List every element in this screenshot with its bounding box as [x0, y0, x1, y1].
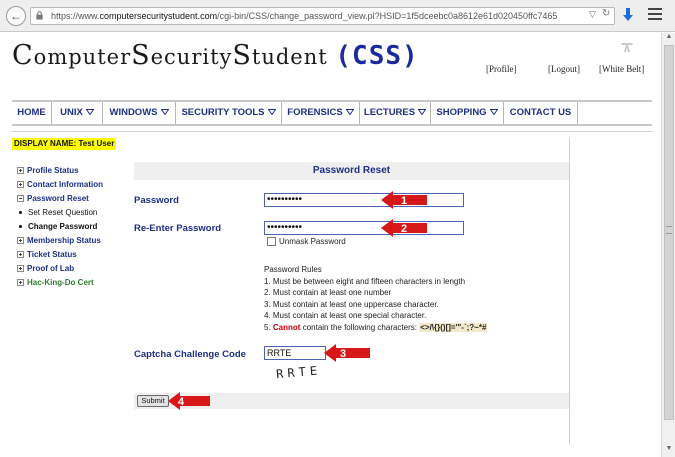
annotation-label-1: 1	[401, 195, 407, 207]
chevron-down-icon	[489, 109, 498, 116]
collapse-icon	[17, 195, 24, 202]
password-field[interactable]: ••••••••••	[264, 193, 464, 207]
vertical-scrollbar[interactable]: ▲ ▼	[661, 33, 675, 457]
annotation-arrow-4: 4	[168, 392, 210, 410]
sidebar-item-membership-status[interactable]: Membership Status	[17, 236, 101, 245]
hamburger-menu-icon[interactable]	[648, 8, 662, 20]
rule-2: 2. Must contain at least one number	[264, 288, 392, 297]
unmask-password-checkbox[interactable]	[267, 237, 276, 247]
sidebar-subitem-change-password[interactable]: Change Password	[19, 222, 97, 231]
expand-icon	[17, 237, 24, 244]
expand-icon	[17, 279, 24, 286]
chevron-down-icon	[418, 109, 427, 116]
chevron-down-icon	[160, 109, 169, 116]
lock-icon	[36, 11, 43, 20]
white-belt-icon	[621, 43, 633, 52]
annotation-arrow-2: 2	[381, 219, 427, 237]
rule-1: 1. Must be between eight and fifteen cha…	[264, 276, 466, 286]
nav-lectures[interactable]: LECTURES	[360, 102, 431, 124]
nav-home[interactable]: HOME	[12, 102, 52, 124]
submit-button[interactable]: Submit	[137, 395, 169, 407]
url-path: /cgi-bin/CSS/change_password_view.pl?HSI…	[217, 11, 558, 21]
chevron-down-icon	[267, 109, 276, 116]
sidebar-subitem-set-reset-question[interactable]: Set Reset Question	[19, 208, 97, 217]
chevron-down-icon	[345, 109, 354, 116]
sidebar-item-proof-of-lab[interactable]: Proof of Lab	[17, 264, 74, 273]
url-prefix: https://www.	[51, 11, 100, 21]
forbidden-characters: <>/\{}()[]='"-`;?~*#	[419, 322, 488, 332]
annotation-arrow-1: 1	[381, 191, 427, 209]
captcha-field[interactable]: RRTE	[264, 346, 326, 360]
scroll-thumb[interactable]	[664, 45, 674, 420]
logout-link[interactable]: [Logout]	[548, 64, 580, 74]
captcha-image: RRTE	[276, 363, 322, 380]
content-divider	[569, 138, 570, 445]
download-icon[interactable]	[620, 6, 636, 24]
annotation-arrow-3: 3	[324, 344, 370, 362]
rule-4: 4. Must contain at least one special cha…	[264, 311, 427, 320]
url-field[interactable]: https://www.computersecuritystudent.com/…	[30, 7, 615, 25]
form-title: Password Reset	[134, 162, 569, 180]
nav-shopping[interactable]: SHOPPING	[431, 102, 504, 124]
display-name-badge: DISPLAY NAME: Test User	[12, 138, 117, 150]
belt-status: [White Belt]	[599, 64, 645, 74]
url-host: computersecuritystudent.com	[99, 11, 218, 21]
sidebar-item-contact-information[interactable]: Contact Information	[17, 180, 103, 189]
browser-toolbar: ← https://www.computersecuritystudent.co…	[0, 0, 675, 32]
reenter-password-label: Re-Enter Password	[134, 223, 222, 234]
svg-text:RRTE: RRTE	[276, 363, 322, 380]
expand-icon	[17, 251, 24, 258]
rule-3: 3. Must contain at least one uppercase c…	[264, 299, 439, 309]
annotation-label-3: 3	[340, 348, 346, 360]
scroll-up-icon[interactable]: ▲	[662, 33, 675, 45]
chevron-down-icon	[85, 109, 94, 116]
unmask-password-label: Unmask Password	[279, 237, 346, 246]
captcha-label: Captcha Challenge Code	[134, 349, 246, 360]
reenter-password-field[interactable]: ••••••••••	[264, 221, 464, 235]
back-arrow-icon[interactable]: ←	[6, 6, 26, 26]
rule-5: 5. Cannot contain the following characte…	[264, 322, 488, 332]
annotation-label-4: 4	[178, 396, 185, 408]
nav-forensics[interactable]: FORENSICS	[282, 102, 360, 124]
rules-title: Password Rules	[264, 265, 322, 274]
sidebar-item-hac-king-do-cert[interactable]: Hac-King-Do Cert	[17, 278, 94, 287]
sidebar-item-password-reset[interactable]: Password Reset	[17, 194, 89, 203]
nav-unix[interactable]: UNIX	[52, 102, 103, 124]
site-title[interactable]: ComputerSecurityStudent (CSS)	[12, 40, 419, 71]
sidebar-item-profile-status[interactable]: Profile Status	[17, 166, 79, 175]
url-dropdown-icon[interactable]: ▽	[589, 9, 596, 20]
expand-icon	[17, 167, 24, 174]
divider	[12, 131, 652, 132]
reload-icon[interactable]: ↻	[602, 8, 610, 19]
scroll-down-icon[interactable]: ▼	[662, 445, 675, 457]
profile-link[interactable]: [Profile]	[486, 64, 517, 74]
nav-security-tools[interactable]: SECURITY TOOLS	[176, 102, 282, 124]
expand-icon	[17, 181, 24, 188]
password-rules: Password Rules 1. Must be between eight …	[264, 264, 488, 333]
expand-icon	[17, 265, 24, 272]
password-label: Password	[134, 195, 179, 206]
annotation-label-2: 2	[401, 223, 407, 235]
unmask-password-row[interactable]: Unmask Password	[267, 237, 346, 247]
nav-windows[interactable]: WINDOWS	[103, 102, 176, 124]
sidebar-item-ticket-status[interactable]: Ticket Status	[17, 250, 77, 259]
nav-contact-us[interactable]: CONTACT US	[504, 102, 578, 124]
main-nav: HOME UNIX WINDOWS SECURITY TOOLS FORENSI…	[12, 100, 652, 126]
